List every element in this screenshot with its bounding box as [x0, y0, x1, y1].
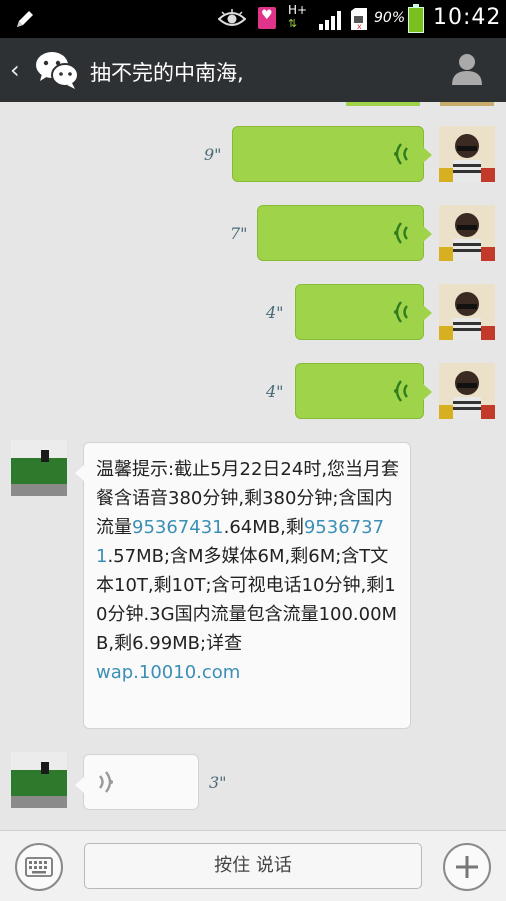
- voice-bubble[interactable]: [75, 754, 199, 810]
- status-bar: H+ ⇅ x 90% 10:42: [0, 0, 506, 38]
- voice-bubble[interactable]: [295, 363, 432, 419]
- voice-bubble[interactable]: [257, 205, 432, 261]
- wechat-icon: [36, 52, 79, 89]
- data-arrows-icon: ⇅: [288, 17, 298, 30]
- voice-message-sent: 7": [0, 205, 506, 265]
- voice-wave-icon: [394, 380, 408, 402]
- more-options-button[interactable]: [443, 843, 491, 891]
- input-bar: 按住 说话: [0, 830, 506, 901]
- battery-icon: [408, 4, 424, 33]
- plus-icon: [456, 856, 478, 878]
- hold-to-talk-button[interactable]: 按住 说话: [84, 843, 422, 889]
- voice-bubble[interactable]: [295, 284, 432, 340]
- text-bubble[interactable]: 温馨提示:截止5月22日24时,您当月套餐含语音380分钟,剩380分钟;含国内…: [75, 442, 411, 729]
- chat-title: 抽不完的中南海,: [90, 61, 244, 85]
- voice-message-sent: 4": [0, 363, 506, 423]
- message-text-part: .64MB,剩: [223, 517, 304, 538]
- message-list[interactable]: 9" 7" 4" 4" 温馨提示:截止5月22日24时,您当月套餐含语音380分…: [0, 102, 506, 830]
- voice-duration: 4": [266, 303, 284, 322]
- url-link[interactable]: wap.10010.com: [96, 658, 400, 687]
- avatar[interactable]: [439, 126, 495, 182]
- previous-avatar: [440, 102, 494, 106]
- voice-duration: 3": [209, 773, 227, 792]
- pen-icon: [17, 11, 33, 27]
- phone-number-link[interactable]: 95367431: [132, 517, 224, 538]
- message-text: 温馨提示:截止5月22日24时,您当月套餐含语音380分钟,剩380分钟;含国内…: [96, 455, 400, 687]
- battery-percentage: 90%: [374, 10, 406, 26]
- voice-duration: 4": [266, 382, 284, 401]
- back-button[interactable]: ‹: [10, 56, 20, 84]
- sim-icon: x: [351, 8, 367, 30]
- avatar[interactable]: [11, 752, 67, 808]
- network-type: H+: [288, 3, 308, 17]
- voice-duration: 9": [204, 145, 222, 164]
- svg-text:x: x: [357, 22, 362, 30]
- keyboard-toggle-button[interactable]: [15, 843, 63, 891]
- avatar[interactable]: [439, 363, 495, 419]
- voice-message-sent: 4": [0, 284, 506, 344]
- voice-message-received: 3": [0, 752, 506, 812]
- keyboard-icon: [25, 857, 53, 877]
- chevron-left-icon: ‹: [10, 56, 20, 84]
- app-badge-icon: [258, 7, 276, 29]
- avatar[interactable]: [439, 284, 495, 340]
- network-indicator: H+ ⇅: [288, 4, 307, 30]
- voice-message-sent: 9": [0, 126, 506, 186]
- voice-wave-icon: [394, 222, 408, 244]
- voice-bubble[interactable]: [232, 126, 432, 182]
- text-message-received: 温馨提示:截止5月22日24时,您当月套餐含语音380分钟,剩380分钟;含国内…: [0, 440, 506, 730]
- voice-wave-icon: [394, 143, 408, 165]
- avatar[interactable]: [439, 205, 495, 261]
- previous-message-bubble: [346, 102, 420, 106]
- voice-wave-icon: [394, 301, 408, 323]
- voice-duration: 7": [230, 224, 248, 243]
- signal-icon: [319, 11, 341, 30]
- voice-wave-icon: [99, 771, 113, 793]
- clock: 10:42: [433, 5, 502, 30]
- message-text-part: .57MB;含M多媒体6M,剩6M;含T文本10T,剩10T;含可视电话10分钟…: [96, 546, 398, 654]
- avatar[interactable]: [11, 440, 67, 496]
- eye-icon: [218, 9, 246, 26]
- chat-header: ‹ 抽不完的中南海,: [0, 38, 506, 102]
- contact-profile-button[interactable]: [450, 52, 484, 86]
